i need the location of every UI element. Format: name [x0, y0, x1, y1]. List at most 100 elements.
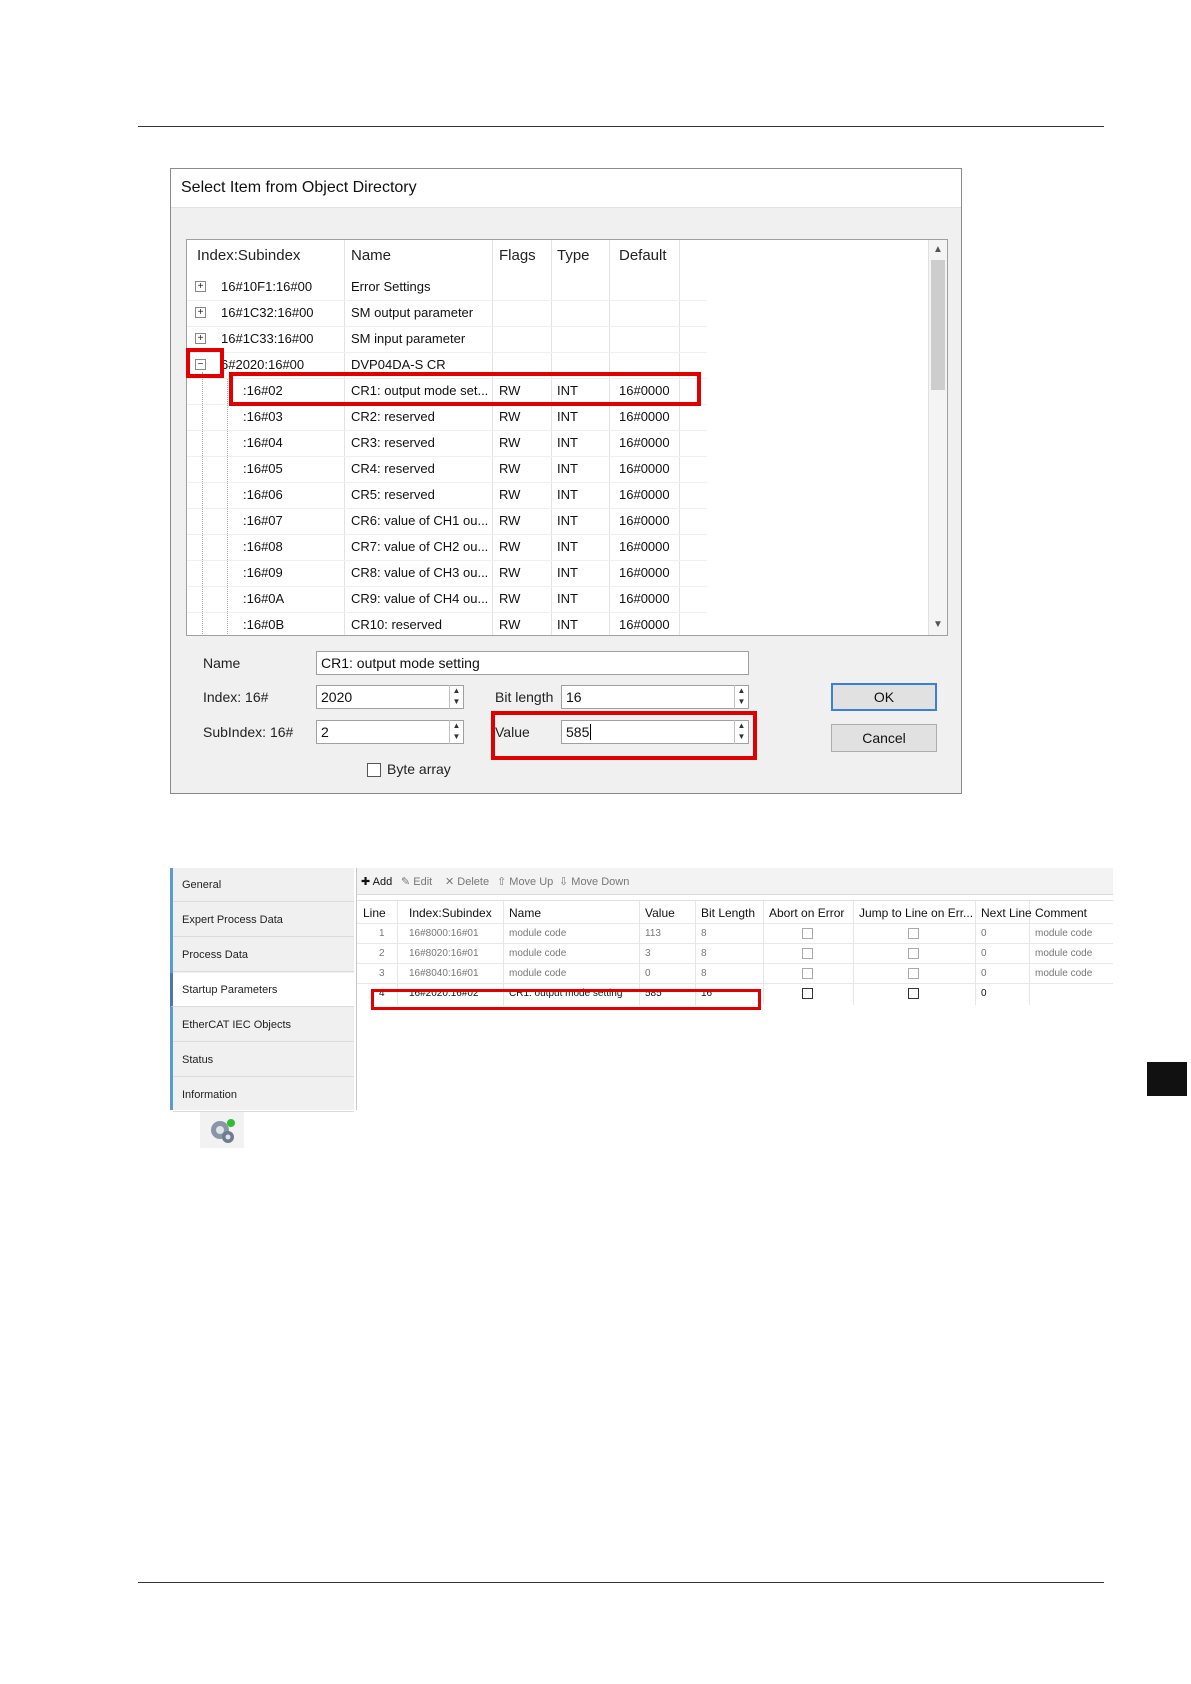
row-name: module code — [509, 928, 567, 939]
delete-button[interactable]: ✕ Delete — [445, 875, 489, 888]
move-up-button[interactable]: ⇧ Move Up — [497, 875, 553, 888]
startup-row[interactable]: 2 16#8020:16#01 module code 3 8 0 module code — [357, 943, 1113, 964]
od-row[interactable]: +16#1C33:16#00 SM input parameter — [187, 326, 707, 353]
od-row[interactable]: − 6#2020:16#00 DVP04DA-S CR — [187, 352, 707, 379]
nav-item[interactable]: Process Data — [173, 938, 354, 972]
jump-checkbox[interactable] — [908, 928, 919, 939]
scroll-down-icon[interactable]: ▼ — [932, 619, 944, 631]
spin-down-icon[interactable]: ▼ — [450, 696, 463, 707]
od-flags: RW — [499, 383, 521, 398]
col-type[interactable]: Type — [557, 247, 590, 264]
value-spinner[interactable]: ▲ ▼ — [734, 720, 748, 744]
bitlength-field[interactable]: 16 ▲ ▼ — [561, 685, 749, 709]
col-default[interactable]: Default — [619, 247, 667, 264]
nav-item[interactable]: Information — [173, 1078, 354, 1112]
od-name: CR6: value of CH1 ou... — [351, 513, 489, 528]
cancel-button[interactable]: Cancel — [831, 724, 937, 752]
nav-item-label: Startup Parameters — [182, 984, 278, 996]
od-row[interactable]: :16#02 CR1: output mode set... RW INT 16#000… — [187, 378, 707, 405]
spin-down-icon[interactable]: ▼ — [735, 696, 748, 707]
od-name: CR7: value of CH2 ou... — [351, 539, 489, 554]
od-row[interactable]: :16#06 CR5: reserved RW INT 16#0000 — [187, 482, 707, 509]
od-type: INT — [557, 513, 578, 528]
value-field[interactable]: 585 ▲ ▼ — [561, 720, 749, 744]
name-field[interactable]: CR1: output mode setting — [316, 651, 749, 675]
nav-item[interactable]: Expert Process Data — [173, 903, 354, 937]
nav-item[interactable]: Status — [173, 1043, 354, 1077]
row-index: 16#8040:16#01 — [409, 968, 479, 979]
od-row[interactable]: :16#09 CR8: value of CH3 ou... RW INT 16#000… — [187, 560, 707, 587]
row-bitlength: 8 — [701, 948, 707, 959]
startup-table[interactable]: Line Index:Subindex Name Value Bit Lengt… — [357, 900, 1113, 1111]
nav-item[interactable]: EtherCAT IEC Objects — [173, 1008, 354, 1042]
od-index: :16#09 — [243, 565, 283, 580]
row-line: 3 — [379, 968, 385, 979]
spin-up-icon[interactable]: ▲ — [735, 720, 748, 731]
od-row[interactable]: :16#04 CR3: reserved RW INT 16#0000 — [187, 430, 707, 457]
jump-checkbox[interactable] — [908, 948, 919, 959]
add-button[interactable]: ✚ Add — [361, 875, 392, 888]
edit-button[interactable]: ✎ Edit — [401, 875, 432, 888]
od-row[interactable]: +16#10F1:16#00 Error Settings — [187, 274, 707, 301]
startup-row[interactable]: 3 16#8040:16#01 module code 0 8 0 module code — [357, 963, 1113, 984]
index-field[interactable]: 2020 ▲ ▼ — [316, 685, 464, 709]
col-flags[interactable]: Flags — [499, 247, 536, 264]
col-name[interactable]: Name — [351, 247, 391, 264]
od-row[interactable]: :16#0A CR9: value of CH4 ou... RW INT 16#000… — [187, 586, 707, 613]
byte-array-checkbox[interactable] — [367, 763, 381, 777]
row-nextline: 0 — [981, 968, 987, 979]
row-index: 16#8020:16#01 — [409, 948, 479, 959]
spin-down-icon[interactable]: ▼ — [735, 731, 748, 742]
abort-checkbox[interactable] — [802, 968, 813, 979]
od-row[interactable]: :16#05 CR4: reserved RW INT 16#0000 — [187, 456, 707, 483]
index-spinner[interactable]: ▲ ▼ — [449, 685, 463, 709]
spin-up-icon[interactable]: ▲ — [450, 720, 463, 731]
abort-checkbox[interactable] — [802, 928, 813, 939]
spin-down-icon[interactable]: ▼ — [450, 731, 463, 742]
od-name: CR1: output mode set... — [351, 383, 489, 398]
bitlength-spinner[interactable]: ▲ ▼ — [734, 685, 748, 709]
col-comment[interactable]: Comment — [1035, 906, 1087, 920]
move-down-button[interactable]: ⇩ Move Down — [559, 875, 629, 888]
nav-item[interactable]: General — [173, 868, 354, 902]
od-name: DVP04DA-S CR — [351, 357, 446, 372]
col-abort[interactable]: Abort on Error — [769, 906, 844, 920]
startup-row[interactable]: 1 16#8000:16#01 module code 113 8 0 module cod… — [357, 923, 1113, 944]
jump-checkbox[interactable] — [908, 968, 919, 979]
od-row[interactable]: :16#08 CR7: value of CH2 ou... RW INT 16#000… — [187, 534, 707, 561]
expand-icon[interactable]: + — [195, 281, 206, 292]
od-row[interactable]: :16#0B CR10: reserved RW INT 16#0000 — [187, 612, 707, 635]
od-row[interactable]: :16#03 CR2: reserved RW INT 16#0000 — [187, 404, 707, 431]
col-bitlength[interactable]: Bit Length — [701, 906, 755, 920]
subindex-field[interactable]: 2 ▲ ▼ — [316, 720, 464, 744]
col-nextline[interactable]: Next Line — [981, 906, 1032, 920]
scroll-up-icon[interactable]: ▲ — [932, 244, 944, 256]
od-row[interactable]: :16#07 CR6: value of CH1 ou... RW INT 16#000… — [187, 508, 707, 535]
jump-checkbox[interactable] — [908, 988, 919, 999]
od-type: INT — [557, 409, 578, 424]
scroll-thumb[interactable] — [931, 260, 945, 390]
row-name: module code — [509, 948, 567, 959]
object-directory-table[interactable]: Index:Subindex Name Flags Type Default +… — [186, 239, 948, 636]
col-line[interactable]: Line — [363, 906, 386, 920]
od-row[interactable]: +16#1C32:16#00 SM output parameter — [187, 300, 707, 327]
subindex-spinner[interactable]: ▲ ▼ — [449, 720, 463, 744]
collapse-icon[interactable]: − — [195, 359, 206, 370]
expand-icon[interactable]: + — [195, 307, 206, 318]
vertical-scrollbar[interactable]: ▲ ▼ — [928, 240, 947, 635]
col-index[interactable]: Index:Subindex — [197, 247, 300, 264]
col-index[interactable]: Index:Subindex — [409, 906, 492, 920]
spin-up-icon[interactable]: ▲ — [450, 685, 463, 696]
startup-row[interactable]: 4 16#2020:16#02 CR1: output mode setting 58… — [357, 983, 1113, 1004]
spin-up-icon[interactable]: ▲ — [735, 685, 748, 696]
expand-icon[interactable]: + — [195, 333, 206, 344]
nav-item[interactable]: Startup Parameters — [170, 973, 354, 1007]
abort-checkbox[interactable] — [802, 988, 813, 999]
ok-button[interactable]: OK — [831, 683, 937, 711]
col-value[interactable]: Value — [645, 906, 675, 920]
abort-checkbox[interactable] — [802, 948, 813, 959]
col-name[interactable]: Name — [509, 906, 541, 920]
index-label: Index: 16# — [203, 689, 269, 705]
od-index: :16#0A — [243, 591, 285, 606]
col-jump[interactable]: Jump to Line on Err... — [859, 906, 973, 920]
